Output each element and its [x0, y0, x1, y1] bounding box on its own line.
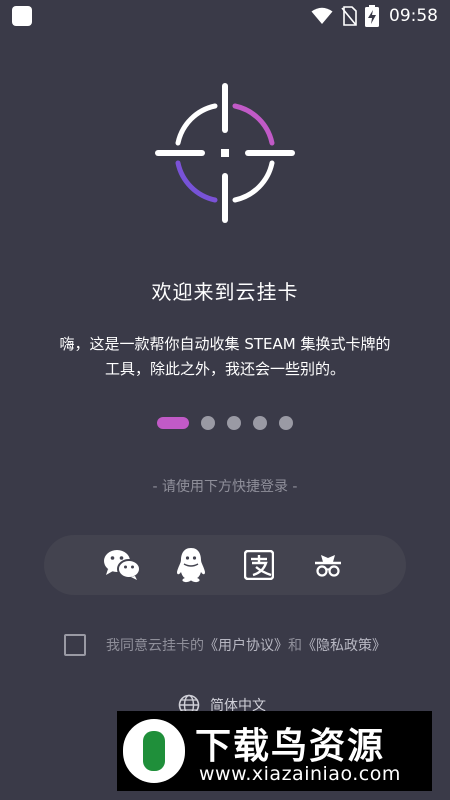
battery-charging-icon: [365, 5, 379, 27]
agreement-text: 我同意云挂卡的《用户协议》和《隐私政策》: [106, 635, 386, 655]
status-icons: 09:58: [311, 4, 438, 28]
watermark-bird-shape: [143, 731, 165, 771]
page-dot[interactable]: [279, 416, 293, 430]
page-dot[interactable]: [253, 416, 267, 430]
intro-line-1: 嗨，这是一款帮你自动收集 STEAM 集换式卡牌的: [59, 335, 391, 353]
agreement-checkbox[interactable]: [64, 634, 86, 656]
agreement-and: 和: [288, 638, 302, 654]
incognito-icon: [314, 555, 341, 577]
quick-login-hint: - 请使用下方快捷登录 -: [152, 479, 298, 495]
watermark-title: 下载鸟资源: [195, 726, 386, 767]
welcome-title: 欢迎来到云挂卡: [151, 280, 299, 304]
page-dot[interactable]: [201, 416, 215, 430]
qq-login-button[interactable]: [171, 545, 211, 585]
alipay-icon: [244, 550, 275, 580]
agreement-row: 我同意云挂卡的《用户协议》和《隐私政策》: [64, 633, 386, 657]
incognito-login-button[interactable]: [308, 545, 348, 585]
page-dot-active[interactable]: [157, 417, 189, 429]
status-time: 09:58: [389, 6, 438, 26]
qq-icon: [176, 548, 205, 583]
watermark-url: www.xiazainiao.com: [199, 763, 401, 785]
wechat-login-button[interactable]: [102, 545, 142, 585]
wifi-icon: [311, 7, 333, 24]
crosshair-logo-icon: [155, 83, 295, 223]
watermark-banner: 下载鸟资源 www.xiazainiao.com: [117, 711, 432, 791]
agreement-prefix: 我同意云挂卡的: [106, 638, 204, 654]
no-sim-icon: [341, 6, 357, 26]
status-bar: 09:58: [0, 0, 450, 32]
wechat-icon: [104, 550, 142, 580]
privacy-policy-link[interactable]: 《隐私政策》: [302, 638, 386, 654]
intro-text: 嗨，这是一款帮你自动收集 STEAM 集换式卡牌的 工具，除此之外，我还会一些别…: [40, 332, 410, 382]
app-square-icon: [12, 6, 32, 26]
quick-login-panel: [44, 535, 406, 595]
user-agreement-link[interactable]: 《用户协议》: [204, 638, 288, 654]
watermark-bird-logo: [123, 719, 185, 783]
intro-line-2: 工具，除此之外，我还会一些别的。: [104, 360, 345, 378]
alipay-login-button[interactable]: [239, 545, 279, 585]
page-dot[interactable]: [227, 416, 241, 430]
page-indicator: [0, 415, 450, 431]
